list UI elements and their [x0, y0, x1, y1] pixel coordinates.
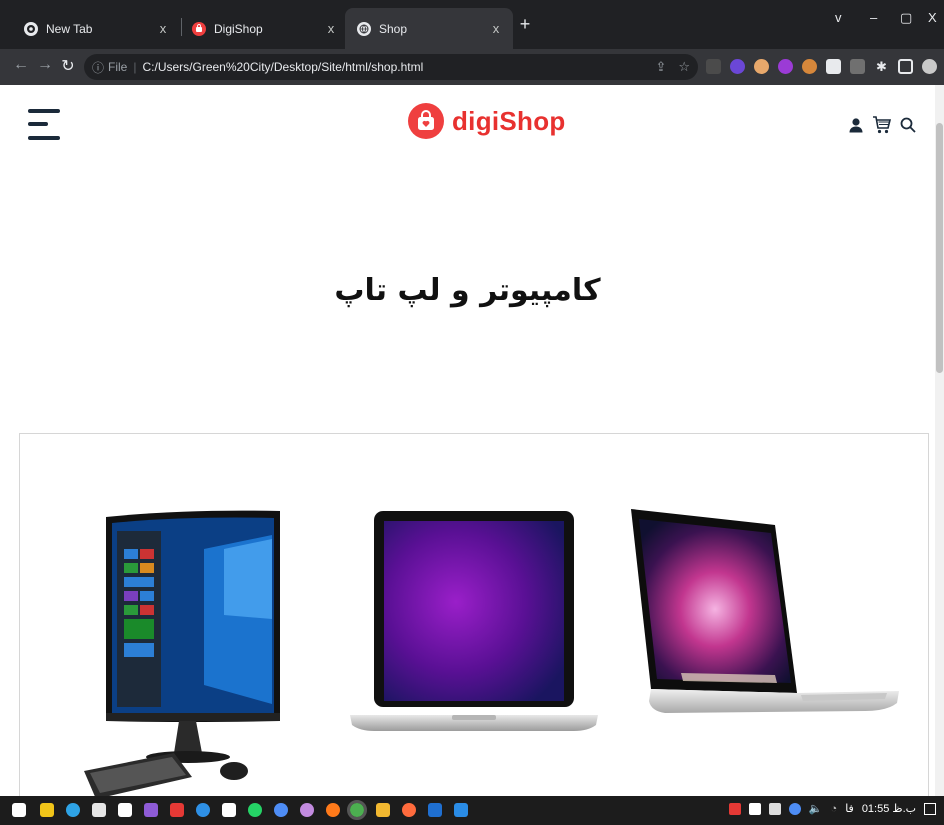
- tab-title: New Tab: [46, 21, 93, 36]
- notepad-icon[interactable]: [222, 803, 236, 817]
- tab-strip: New Tab x DigiShop x Shop x + v – ▢ X: [0, 0, 944, 49]
- network-icon[interactable]: [748, 802, 761, 815]
- tab-search-chevron-icon[interactable]: v: [835, 10, 842, 25]
- youtube-icon[interactable]: [170, 803, 184, 817]
- app-icon[interactable]: [274, 803, 288, 817]
- close-window-button[interactable]: X: [928, 10, 937, 25]
- tab-title: DigiShop: [214, 21, 263, 36]
- extensions-row: ✱ ⋮: [706, 59, 944, 74]
- tab-digishop[interactable]: DigiShop x: [180, 8, 348, 49]
- app-icon[interactable]: [376, 803, 390, 817]
- extension-icon[interactable]: [730, 59, 745, 74]
- forward-arrow-icon[interactable]: →: [36, 56, 54, 74]
- language-indicator[interactable]: فا: [845, 802, 854, 815]
- desktop-pc-image[interactable]: [84, 509, 284, 796]
- info-icon[interactable]: ⓘ: [92, 59, 104, 76]
- page-content: digiShop کامپیوتر و لپ تاپ: [0, 85, 944, 796]
- windows-taskbar: 🔈 ◔ فا 01:55 ب.ظ: [0, 796, 944, 825]
- globe-icon: [357, 21, 371, 36]
- browser-window: New Tab x DigiShop x Shop x + v – ▢ X ← …: [0, 0, 944, 825]
- extension-icon[interactable]: [706, 59, 721, 74]
- reload-icon[interactable]: ↻: [59, 56, 77, 76]
- hamburger-menu-icon[interactable]: [28, 109, 60, 143]
- notifications-icon[interactable]: [924, 802, 936, 815]
- tab-close-icon[interactable]: x: [320, 21, 342, 36]
- tab-title: Shop: [379, 21, 408, 36]
- back-arrow-icon[interactable]: ←: [12, 56, 30, 74]
- app-icon[interactable]: [196, 803, 210, 817]
- app-icon[interactable]: [402, 803, 416, 817]
- digishop-favicon: [192, 21, 206, 36]
- whatsapp-icon[interactable]: [248, 803, 262, 817]
- tab-close-icon[interactable]: x: [152, 21, 174, 36]
- app-icon[interactable]: [300, 803, 314, 817]
- laptop-image[interactable]: [348, 509, 600, 744]
- mail-icon[interactable]: [118, 803, 132, 817]
- visual-studio-icon[interactable]: [144, 803, 158, 817]
- browser-toolbar: ← → ↻ ⓘ File | C:/Users/Green%20City/Des…: [0, 49, 944, 85]
- app-icon[interactable]: [428, 803, 442, 817]
- wifi-icon[interactable]: ◔: [831, 803, 838, 815]
- vscode-icon[interactable]: [454, 803, 468, 817]
- address-bar[interactable]: ⓘ File | C:/Users/Green%20City/Desktop/S…: [84, 54, 698, 80]
- extension-icon[interactable]: [778, 59, 793, 74]
- tab-shop[interactable]: Shop x: [345, 8, 513, 49]
- chrome-taskbar-icon[interactable]: [347, 800, 367, 820]
- store-icon[interactable]: [92, 803, 106, 817]
- tab-new-tab[interactable]: New Tab x: [12, 8, 180, 49]
- tray-app-icon[interactable]: [788, 802, 801, 815]
- url-separator: |: [133, 60, 137, 74]
- volume-icon[interactable]: 🔈: [809, 802, 823, 815]
- chrome-icon: [24, 21, 38, 36]
- tab-close-icon[interactable]: x: [485, 21, 507, 36]
- logo-text: digiShop: [452, 105, 566, 136]
- tray-app-icon[interactable]: [768, 802, 781, 815]
- windows-start-icon[interactable]: [12, 803, 26, 817]
- system-tray: 🔈 ◔ فا 01:55 ب.ظ: [728, 802, 936, 815]
- shopping-bag-icon: [408, 103, 444, 139]
- header-icons: [848, 115, 916, 140]
- minimize-button[interactable]: –: [870, 10, 877, 25]
- bookmark-star-icon[interactable]: ☆: [678, 59, 690, 75]
- scroll-thumb[interactable]: [936, 123, 943, 373]
- puzzle-icon[interactable]: ✱: [874, 59, 889, 74]
- macbook-image[interactable]: [625, 509, 900, 729]
- product-grid: [19, 433, 929, 796]
- clock[interactable]: 01:55 ب.ظ: [862, 802, 916, 815]
- profile-avatar[interactable]: [922, 59, 937, 74]
- new-tab-button[interactable]: +: [514, 14, 536, 35]
- section-title: کامپیوتر و لپ تاپ: [334, 273, 601, 308]
- url-text: C:/Users/Green%20City/Desktop/Site/html/…: [142, 60, 424, 74]
- site-logo[interactable]: digiShop: [408, 103, 566, 139]
- file-explorer-icon[interactable]: [40, 803, 54, 817]
- extension-icon[interactable]: [850, 59, 865, 74]
- side-panel-icon[interactable]: [898, 59, 913, 74]
- extension-icon[interactable]: [754, 59, 769, 74]
- page-scrollbar[interactable]: [935, 85, 944, 796]
- extension-icon[interactable]: [802, 59, 817, 74]
- restore-button[interactable]: ▢: [900, 10, 912, 26]
- tray-app-icon[interactable]: [728, 802, 741, 815]
- search-icon[interactable]: [900, 117, 916, 138]
- firefox-icon[interactable]: [326, 803, 340, 817]
- extension-icon[interactable]: [826, 59, 841, 74]
- user-icon[interactable]: [848, 117, 864, 138]
- cart-icon[interactable]: [872, 115, 892, 140]
- url-scheme: File: [108, 60, 128, 74]
- share-icon[interactable]: ⇪: [655, 59, 666, 75]
- edge-icon[interactable]: [66, 803, 80, 817]
